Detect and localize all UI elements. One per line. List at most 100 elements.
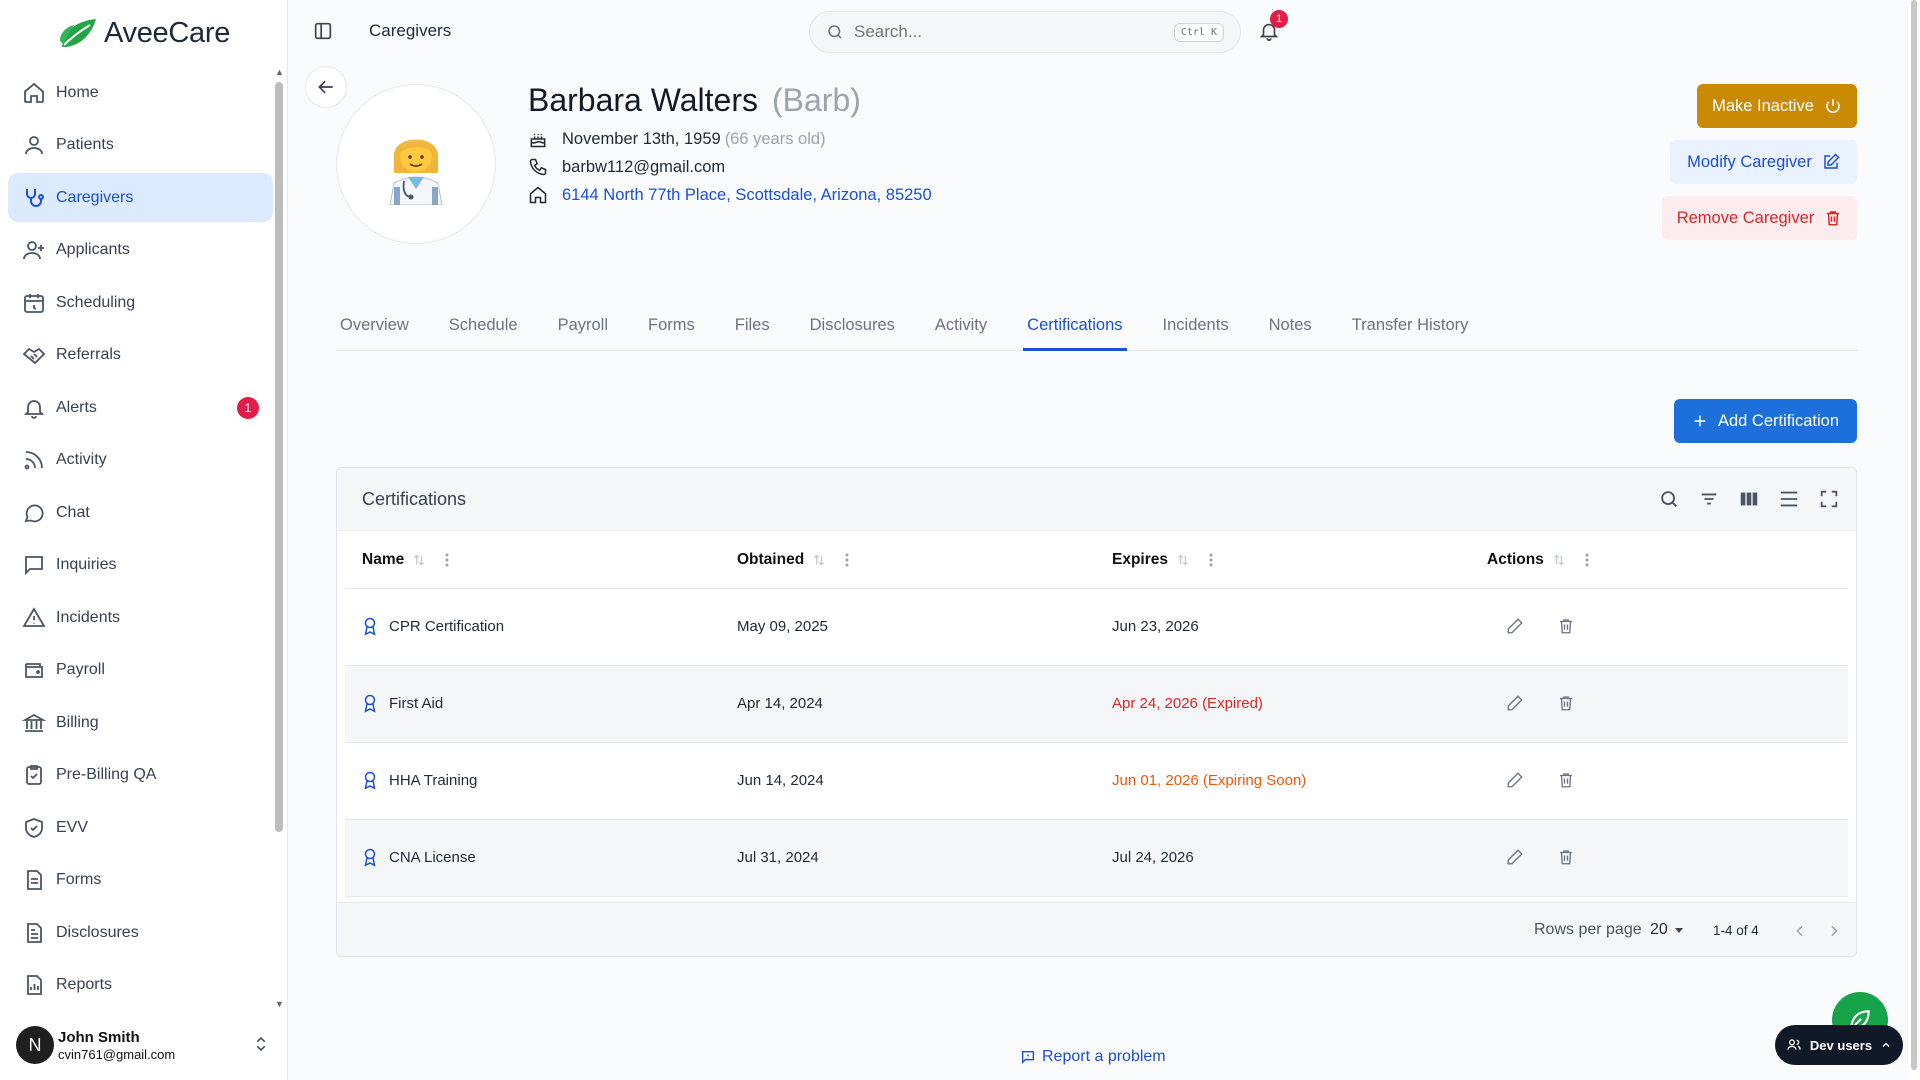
sidebar-item-label: Pre-Billing QA	[56, 766, 157, 783]
sidebar-item-label: Incidents	[56, 608, 121, 626]
tab-files[interactable]: Files	[731, 300, 774, 350]
rss-icon	[22, 448, 46, 472]
tab-activity[interactable]: Activity	[931, 300, 991, 350]
user-menu[interactable]: N John Smith cvin761@gmail.com	[16, 1025, 272, 1065]
tab-payroll[interactable]: Payroll	[554, 300, 612, 350]
table-row[interactable]: CPR Certification May 09, 2025 Jun 23, 2…	[345, 589, 1848, 666]
sidebar-toggle-icon[interactable]	[312, 20, 334, 42]
rows-per-page-select[interactable]: 20	[1650, 921, 1684, 939]
sidebar-item-scheduling[interactable]: Scheduling	[8, 278, 273, 327]
remove-caregiver-button[interactable]: Remove Caregiver	[1662, 196, 1857, 240]
sidebar-item-chat[interactable]: Chat	[8, 488, 273, 537]
page-scrollbar[interactable]	[1908, 0, 1920, 1080]
sidebar-item-label: Referrals	[56, 346, 121, 363]
tab-transfer-history[interactable]: Transfer History	[1348, 300, 1473, 350]
award-icon	[361, 693, 379, 713]
chevrons-up-down-icon[interactable]	[252, 1035, 270, 1053]
fullscreen-icon[interactable]	[1818, 488, 1840, 510]
delete-trash-icon[interactable]	[1557, 694, 1575, 712]
sidebar-item-disclosures[interactable]: Disclosures	[8, 908, 273, 957]
add-certification-button[interactable]: Add Certification	[1674, 399, 1857, 443]
delete-trash-icon[interactable]	[1557, 771, 1575, 789]
filter-icon[interactable]	[1698, 488, 1720, 510]
pagination-range: 1-4 of 4	[1713, 923, 1759, 938]
sidebar-scrollbar[interactable]: ▲ ▼	[275, 68, 284, 1009]
award-icon	[361, 616, 379, 636]
sidebar-item-caregivers[interactable]: Caregivers	[8, 173, 273, 222]
global-search[interactable]: Ctrl K	[809, 11, 1241, 53]
obtained-cell: Apr 14, 2024	[737, 695, 823, 712]
edit-pencil-icon[interactable]	[1506, 771, 1524, 789]
sort-icon[interactable]	[1176, 553, 1190, 567]
search-input[interactable]	[854, 22, 1154, 42]
density-icon[interactable]	[1778, 488, 1800, 510]
sidebar-item-label: Chat	[56, 503, 90, 521]
columns-icon[interactable]	[1738, 488, 1760, 510]
column-header-name[interactable]: Name	[362, 551, 454, 569]
scroll-up-arrow-icon[interactable]: ▲	[275, 68, 284, 77]
sidebar-item-evv[interactable]: EVV	[8, 803, 273, 852]
column-menu-icon[interactable]	[1580, 552, 1594, 568]
app-logo[interactable]: AveeCare	[58, 14, 230, 52]
dev-users-button[interactable]: Dev users	[1775, 1025, 1903, 1065]
column-menu-icon[interactable]	[840, 552, 854, 568]
page-scroll-thumb[interactable]	[1911, 0, 1917, 1070]
sidebar-item-label: Caregivers	[56, 188, 134, 206]
sort-icon[interactable]	[812, 553, 826, 567]
tab-notes[interactable]: Notes	[1265, 300, 1316, 350]
next-page-icon[interactable]	[1826, 923, 1842, 939]
sidebar-item-applicants[interactable]: Applicants	[8, 226, 273, 275]
delete-trash-icon[interactable]	[1557, 848, 1575, 866]
sidebar: AveeCare Home Patients Caregivers Applic…	[0, 0, 288, 1080]
table-row[interactable]: HHA Training Jun 14, 2024 Jun 01, 2026 (…	[345, 743, 1848, 820]
tab-forms[interactable]: Forms	[644, 300, 699, 350]
bell-icon	[22, 396, 46, 420]
edit-pencil-icon[interactable]	[1506, 694, 1524, 712]
column-header-expires[interactable]: Expires	[1112, 551, 1218, 569]
table-row[interactable]: CNA License Jul 31, 2024 Jul 24, 2026	[345, 820, 1848, 897]
sidebar-item-home[interactable]: Home	[8, 68, 273, 117]
sort-icon[interactable]	[412, 553, 426, 567]
report-problem-link[interactable]: Report a problem	[1020, 1048, 1166, 1066]
sidebar-item-reports[interactable]: Reports	[8, 961, 273, 1010]
tab-certifications[interactable]: Certifications	[1023, 300, 1127, 351]
delete-trash-icon[interactable]	[1557, 617, 1575, 635]
edit-pencil-icon[interactable]	[1506, 848, 1524, 866]
address-link[interactable]: 6144 North 77th Place, Scottsdale, Arizo…	[562, 186, 932, 205]
message-square-icon	[22, 553, 46, 577]
sidebar-item-label: Scheduling	[56, 293, 136, 311]
sidebar-item-pre-billing-qa[interactable]: Pre-Billing QA	[8, 751, 273, 800]
column-label: Name	[362, 551, 405, 568]
sidebar-item-alerts[interactable]: Alerts 1	[8, 383, 273, 432]
edit-pencil-icon[interactable]	[1506, 617, 1524, 635]
table-row[interactable]: First Aid Apr 14, 2024 Apr 24, 2026 (Exp…	[345, 666, 1848, 743]
scroll-down-arrow-icon[interactable]: ▼	[275, 1000, 284, 1009]
wallet-icon	[22, 658, 46, 682]
sidebar-item-incidents[interactable]: Incidents	[8, 593, 273, 642]
sidebar-item-payroll[interactable]: Payroll	[8, 646, 273, 695]
tab-disclosures[interactable]: Disclosures	[806, 300, 899, 350]
sidebar-scroll-thumb[interactable]	[275, 82, 283, 832]
tab-schedule[interactable]: Schedule	[445, 300, 522, 350]
prev-page-icon[interactable]	[1792, 923, 1808, 939]
sidebar-item-forms[interactable]: Forms	[8, 856, 273, 905]
tab-incidents[interactable]: Incidents	[1159, 300, 1233, 350]
sidebar-item-referrals[interactable]: Referrals	[8, 331, 273, 380]
column-header-obtained[interactable]: Obtained	[737, 551, 854, 569]
modify-caregiver-button[interactable]: Modify Caregiver	[1670, 140, 1857, 184]
back-button[interactable]	[305, 66, 347, 108]
sidebar-item-patients[interactable]: Patients	[8, 121, 273, 170]
tab-overview[interactable]: Overview	[336, 300, 413, 350]
column-label: Expires	[1112, 551, 1169, 568]
column-header-actions[interactable]: Actions	[1487, 551, 1594, 569]
sidebar-item-activity[interactable]: Activity	[8, 436, 273, 485]
phone-icon	[528, 157, 548, 177]
search-icon[interactable]	[1658, 488, 1680, 510]
sidebar-item-billing[interactable]: Billing	[8, 698, 273, 747]
column-menu-icon[interactable]	[440, 552, 454, 568]
sidebar-item-inquiries[interactable]: Inquiries	[8, 541, 273, 590]
column-menu-icon[interactable]	[1204, 552, 1218, 568]
sort-icon[interactable]	[1552, 553, 1566, 567]
sidebar-item-label: Reports	[56, 976, 113, 993]
make-inactive-button[interactable]: Make Inactive	[1697, 84, 1857, 128]
